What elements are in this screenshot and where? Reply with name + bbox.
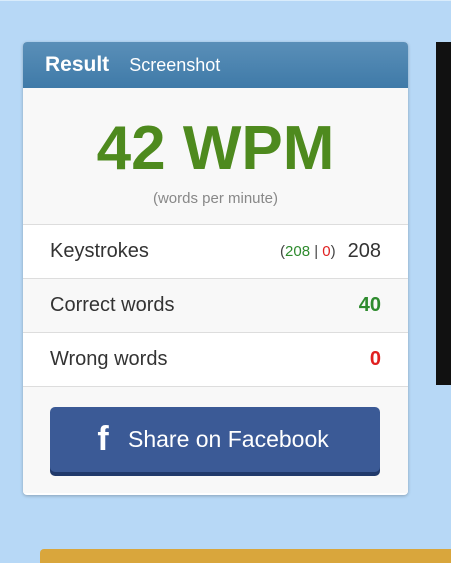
- bottom-bar: [40, 549, 451, 563]
- keystrokes-label: Keystrokes: [50, 240, 149, 262]
- keystrokes-total: 208: [347, 240, 381, 262]
- wpm-box: 42 WPM (words per minute): [23, 88, 408, 225]
- result-panel: Result Screenshot 42 WPM (words per minu…: [23, 42, 408, 495]
- tab-screenshot[interactable]: Screenshot: [129, 55, 220, 76]
- correct-words-label: Correct words: [50, 294, 175, 316]
- keystrokes-values: (208 | 0) 208: [280, 240, 381, 263]
- wpm-value: 42 WPM: [96, 114, 335, 183]
- correct-words-value: 40: [358, 294, 381, 316]
- keystrokes-row: Keystrokes (208 | 0) 208: [23, 225, 408, 279]
- side-image: [436, 42, 451, 385]
- share-facebook-button[interactable]: f Share on Facebook: [50, 407, 380, 472]
- facebook-icon: f: [97, 420, 109, 458]
- keystrokes-separator: |: [310, 243, 323, 260]
- keystrokes-wrong: 0: [322, 243, 331, 260]
- correct-words-row: Correct words 40: [23, 279, 408, 333]
- wrong-words-value: 0: [369, 348, 381, 370]
- share-area: f Share on Facebook: [23, 387, 408, 493]
- panel-header: Result Screenshot: [23, 42, 408, 88]
- wpm-subtitle: (words per minute): [152, 190, 279, 207]
- keystrokes-close-paren: ): [330, 243, 336, 260]
- top-divider: [0, 0, 451, 1]
- wrong-words-label: Wrong words: [50, 348, 168, 370]
- keystrokes-correct: 208: [285, 243, 311, 260]
- tab-result[interactable]: Result: [45, 53, 109, 77]
- share-label: Share on Facebook: [128, 426, 329, 452]
- wrong-words-row: Wrong words 0: [23, 333, 408, 387]
- keystrokes-breakdown: (208 | 0): [280, 243, 336, 260]
